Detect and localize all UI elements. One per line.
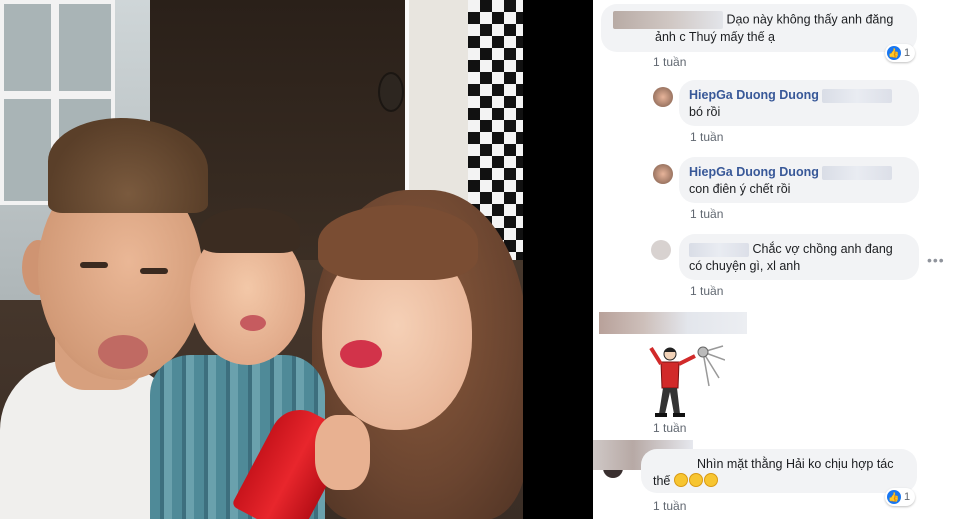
comment-bubble: Dạo này không thấy anh đăng ảnh c Thuý m… bbox=[601, 4, 917, 52]
comment-text: Chắc vợ chồng anh đang bbox=[752, 242, 893, 256]
comment-author[interactable]: HiepGa Duong Duong bbox=[689, 165, 819, 179]
child-hand bbox=[315, 415, 370, 490]
reaction-badge[interactable]: 👍 1 bbox=[885, 488, 916, 506]
child-lips bbox=[240, 315, 266, 331]
man-eye bbox=[80, 262, 108, 268]
more-options-icon[interactable]: ••• bbox=[927, 252, 945, 268]
comment-bubble: Nhìn mặt thằng Hải ko chịu hợp tác thế bbox=[641, 449, 917, 493]
photo-divider bbox=[523, 0, 593, 519]
comment-text: có chuyện gì, xl anh bbox=[689, 259, 801, 273]
reaction-count: 1 bbox=[904, 491, 911, 503]
woman-bangs bbox=[318, 205, 478, 280]
redacted-name[interactable] bbox=[613, 11, 723, 29]
like-icon: 👍 bbox=[887, 490, 901, 504]
comment-time[interactable]: 1 tuần bbox=[653, 55, 686, 69]
wall-clock bbox=[378, 72, 404, 112]
redacted-name bbox=[822, 88, 893, 103]
commenter-avatar[interactable] bbox=[653, 164, 673, 184]
comment-bubble: HiepGa Duong Duong bó rồi bbox=[679, 80, 919, 126]
background-window-right bbox=[405, 0, 470, 220]
woman-lips bbox=[340, 340, 382, 368]
comment-text: thế bbox=[653, 474, 671, 488]
comment-text: con điên ý chết rồi bbox=[689, 182, 791, 196]
post-photo[interactable] bbox=[0, 0, 523, 519]
commenter-avatar[interactable] bbox=[651, 240, 671, 260]
man-lips bbox=[98, 335, 148, 369]
comment-author[interactable]: HiepGa Duong Duong bbox=[689, 88, 819, 102]
comment-text: Dạo này không thấy anh đăng bbox=[726, 12, 894, 27]
comment-time[interactable]: 1 tuần bbox=[653, 421, 686, 435]
comment-bubble: Chắc vợ chồng anh đang có chuyện gì, xl … bbox=[679, 234, 919, 280]
comment-time[interactable]: 1 tuần bbox=[690, 130, 723, 144]
comments-panel[interactable]: Dạo này không thấy anh đăng ảnh c Thuý m… bbox=[593, 0, 953, 519]
rofl-emoji bbox=[703, 473, 718, 487]
reaction-count: 1 bbox=[904, 47, 911, 59]
comment-bubble: HiepGa Duong Duong con điên ý chết rồi bbox=[679, 157, 919, 203]
like-icon: 👍 bbox=[887, 46, 901, 60]
comment-text: ảnh c Thuý mấy thế ạ bbox=[655, 30, 775, 44]
comment-time[interactable]: 1 tuần bbox=[653, 499, 686, 513]
rofl-emoji bbox=[673, 473, 688, 487]
commenter-avatar[interactable] bbox=[653, 87, 673, 107]
man-eye bbox=[140, 268, 168, 274]
redacted-name bbox=[822, 165, 893, 180]
redacted-name[interactable] bbox=[689, 242, 749, 257]
redacted-name[interactable] bbox=[599, 312, 747, 334]
child-hair bbox=[200, 208, 300, 253]
rofl-emoji bbox=[688, 473, 703, 487]
reaction-badge[interactable]: 👍 1 bbox=[885, 44, 916, 62]
comment-text: bó rồi bbox=[689, 105, 721, 119]
comment-time[interactable]: 1 tuần bbox=[690, 284, 723, 298]
comment-text: Nhìn mặt thằng Hải ko chịu hợp tác bbox=[697, 457, 894, 471]
comment-time[interactable]: 1 tuần bbox=[690, 207, 723, 221]
dancing-man-sticker[interactable] bbox=[645, 342, 726, 420]
